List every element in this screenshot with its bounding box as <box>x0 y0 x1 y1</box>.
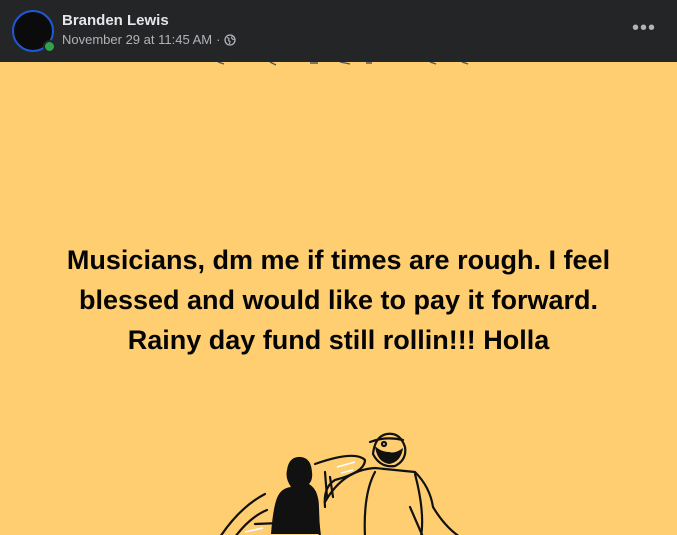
facebook-post: Branden Lewis November 29 at 11:45 AM · … <box>0 0 677 535</box>
meta-separator: · <box>216 32 221 47</box>
online-status-icon <box>43 40 56 53</box>
author-avatar[interactable] <box>12 10 56 54</box>
more-options-button[interactable]: ••• <box>628 18 660 40</box>
post-meta: November 29 at 11:45 AM · <box>62 32 237 47</box>
status-text: Musicians, dm me if times are rough. I f… <box>66 245 611 355</box>
globe-icon[interactable] <box>224 33 237 46</box>
two-friends-illustration <box>220 432 460 535</box>
top-decoration <box>217 62 469 66</box>
post-header: Branden Lewis November 29 at 11:45 AM · … <box>0 0 677 62</box>
post-timestamp[interactable]: November 29 at 11:45 AM <box>62 32 212 47</box>
more-options-icon: ••• <box>631 17 656 39</box>
status-background: Musicians, dm me if times are rough. I f… <box>0 62 677 535</box>
author-name[interactable]: Branden Lewis <box>62 12 169 29</box>
